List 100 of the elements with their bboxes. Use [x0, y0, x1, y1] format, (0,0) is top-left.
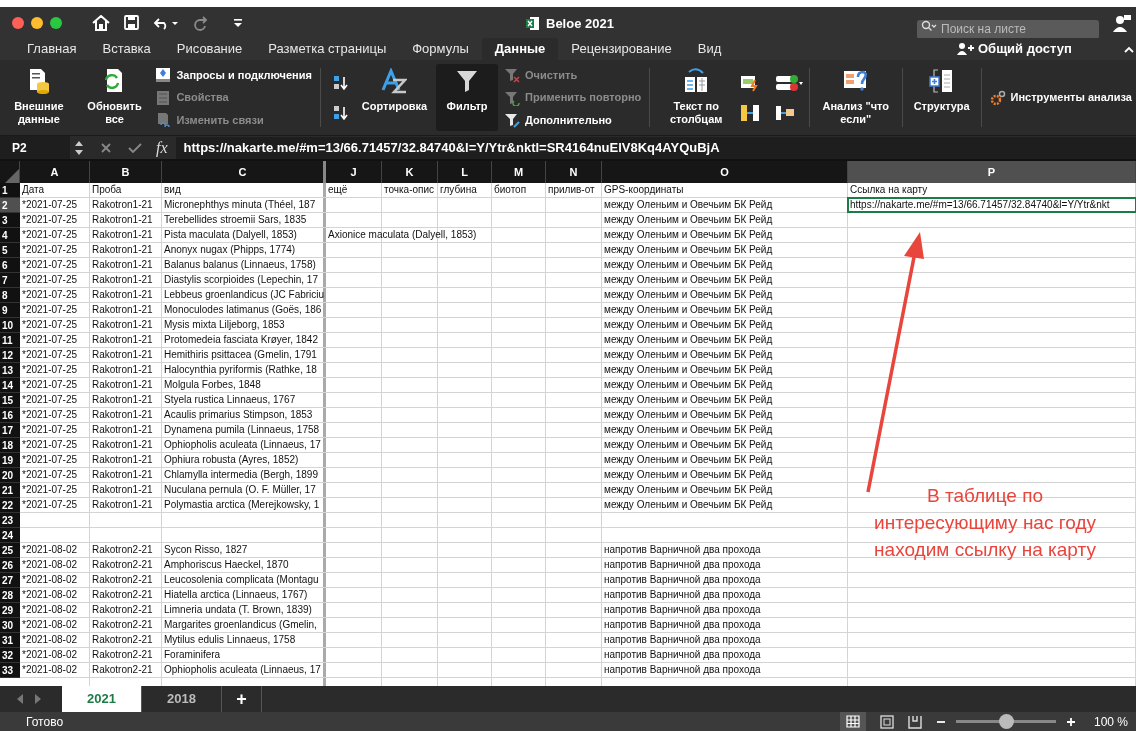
table-cell[interactable]: вид [164, 183, 181, 197]
table-cell[interactable]: напротив Варничной два прохода [604, 648, 761, 662]
menu-tab[interactable]: Разметка страницы [255, 38, 400, 60]
table-cell[interactable]: Rakotron1-21 [92, 408, 153, 422]
table-cell[interactable]: *2021-07-25 [22, 288, 78, 302]
table-cell[interactable]: Rakotron1-21 [92, 213, 153, 227]
table-cell[interactable]: напротив Варничной два прохода [604, 618, 761, 632]
table-cell[interactable]: *2021-07-25 [22, 303, 78, 317]
table-cell[interactable]: Limneria undata (T. Brown, 1839) [164, 603, 312, 617]
table-cell[interactable]: Protomedeia fasciata Krøyer, 1842 [164, 333, 318, 347]
menu-tab[interactable]: Вид [684, 38, 735, 60]
table-cell[interactable]: между Оленьим и Овечьим БК Рейд [604, 363, 773, 377]
column-header[interactable]: L [438, 161, 492, 183]
table-cell[interactable]: между Оленьим и Овечьим БК Рейд [604, 318, 773, 332]
table-cell[interactable]: Acaulis primarius Stimpson, 1853 [164, 408, 313, 422]
row-number[interactable]: 15 [0, 393, 20, 408]
column-header[interactable]: K [382, 161, 438, 183]
save-icon[interactable] [124, 15, 139, 30]
column-header[interactable]: M [492, 161, 546, 183]
row-number[interactable]: 25 [0, 543, 20, 558]
row-number[interactable]: 21 [0, 483, 20, 498]
table-cell[interactable]: Margarites groenlandicus (Gmelin, [164, 618, 317, 632]
row-number[interactable]: 7 [0, 273, 20, 288]
row-number[interactable]: 22 [0, 498, 20, 513]
sort-ascending-icon[interactable] [332, 74, 349, 91]
table-cell[interactable]: *2021-08-02 [22, 558, 78, 572]
table-cell[interactable]: Styela rustica Linnaeus, 1767 [164, 393, 296, 407]
table-cell[interactable]: Molgula Forbes, 1848 [164, 378, 261, 392]
table-cell[interactable]: Rakotron2-21 [92, 558, 153, 572]
table-cell[interactable]: Balanus balanus (Linnaeus, 1758) [164, 258, 316, 272]
table-cell[interactable]: между Оленьим и Овечьим БК Рейд [604, 198, 773, 212]
sort-descending-icon[interactable] [332, 104, 349, 121]
row-number[interactable]: 18 [0, 438, 20, 453]
table-cell[interactable]: Rakotron1-21 [92, 393, 153, 407]
table-cell[interactable]: *2021-08-02 [22, 588, 78, 602]
table-cell[interactable]: ещё [328, 183, 348, 197]
table-cell[interactable]: *2021-07-25 [22, 468, 78, 482]
row-number[interactable]: 24 [0, 528, 20, 543]
table-cell[interactable]: *2021-07-25 [22, 243, 78, 257]
table-cell[interactable]: между Оленьим и Овечьим БК Рейд [604, 288, 773, 302]
row-number[interactable]: 17 [0, 423, 20, 438]
table-cell[interactable]: Micronephthys minuta (Théel, 187 [164, 198, 316, 212]
row-number[interactable]: 13 [0, 363, 20, 378]
row-number[interactable]: 28 [0, 588, 20, 603]
table-cell[interactable]: *2021-07-25 [22, 498, 78, 512]
table-cell[interactable]: напротив Варничной два прохода [604, 588, 761, 602]
ribbon-button[interactable]: Запросы и подключения [155, 66, 312, 84]
row-number[interactable]: 30 [0, 618, 20, 633]
table-cell[interactable]: Rakotron2-21 [92, 588, 153, 602]
ribbon-button[interactable]: Инструменты анализа [989, 89, 1132, 106]
table-cell[interactable]: между Оленьим и Овечьим БК Рейд [604, 468, 773, 482]
table-cell[interactable]: Mysis mixta Liljeborg, 1853 [164, 318, 285, 332]
column-header[interactable]: A [20, 161, 90, 183]
table-cell[interactable]: между Оленьим и Овечьим БК Рейд [604, 258, 773, 272]
table-cell[interactable]: Rakotron2-21 [92, 648, 153, 662]
table-cell[interactable]: Rakotron1-21 [92, 243, 153, 257]
table-cell[interactable]: *2021-08-02 [22, 603, 78, 617]
row-number[interactable]: 3 [0, 213, 20, 228]
table-cell[interactable]: *2021-08-02 [22, 663, 78, 677]
table-cell[interactable]: *2021-07-25 [22, 258, 78, 272]
data-validation-icon[interactable] [775, 73, 804, 92]
table-cell[interactable]: *2021-07-25 [22, 318, 78, 332]
redo-icon[interactable] [193, 14, 209, 31]
column-header[interactable]: J [326, 161, 382, 183]
table-cell[interactable]: между Оленьим и Овечьим БК Рейд [604, 423, 773, 437]
table-cell[interactable]: Rakotron1-21 [92, 423, 153, 437]
table-cell[interactable]: между Оленьим и Овечьим БК Рейд [604, 243, 773, 257]
table-cell[interactable]: Chlamylla intermedia (Bergh, 1899 [164, 468, 318, 482]
cancel-icon[interactable] [100, 141, 112, 154]
table-cell[interactable]: Ссылка на карту [850, 183, 928, 197]
table-cell[interactable]: Ophiura robusta (Ayres, 1852) [164, 453, 299, 467]
table-cell[interactable]: Проба [92, 183, 122, 197]
table-cell[interactable]: Halocynthia pyriformis (Rathke, 18 [164, 363, 317, 377]
row-number[interactable]: 12 [0, 348, 20, 363]
collapse-icon[interactable] [1124, 46, 1134, 53]
ribbon-button[interactable]: Обновить все [79, 64, 150, 131]
table-cell[interactable]: напротив Варничной два прохода [604, 558, 761, 572]
table-cell[interactable]: *2021-07-25 [22, 333, 78, 347]
table-cell[interactable]: Rakotron1-21 [92, 468, 153, 482]
table-cell[interactable]: Rakotron1-21 [92, 273, 153, 287]
column-header[interactable]: P [848, 161, 1136, 183]
table-cell[interactable]: между Оленьим и Овечьим БК Рейд [604, 453, 773, 467]
menu-tab[interactable]: Данные [481, 38, 559, 60]
row-number[interactable]: 31 [0, 633, 20, 648]
table-cell[interactable]: *2021-08-02 [22, 573, 78, 587]
table-cell[interactable]: Rakotron1-21 [92, 363, 153, 377]
table-cell[interactable]: Rakotron2-21 [92, 573, 153, 587]
table-cell[interactable]: Terebellides stroemii Sars, 1835 [164, 213, 307, 227]
zoom-in-icon[interactable] [1065, 716, 1076, 727]
menu-tab[interactable]: Вставка [89, 38, 164, 60]
table-cell[interactable]: *2021-08-02 [22, 648, 78, 662]
customize-icon[interactable] [233, 17, 243, 28]
undo-icon[interactable] [153, 15, 179, 30]
table-cell[interactable]: Rakotron1-21 [92, 303, 153, 317]
table-cell[interactable]: между Оленьим и Овечьим БК Рейд [604, 303, 773, 317]
row-number[interactable]: 9 [0, 303, 20, 318]
menu-tab[interactable]: Главная [14, 38, 90, 60]
table-cell[interactable]: между Оленьим и Овечьим БК Рейд [604, 438, 773, 452]
table-cell[interactable]: напротив Варничной два прохода [604, 573, 761, 587]
table-cell[interactable]: между Оленьим и Овечьим БК Рейд [604, 348, 773, 362]
